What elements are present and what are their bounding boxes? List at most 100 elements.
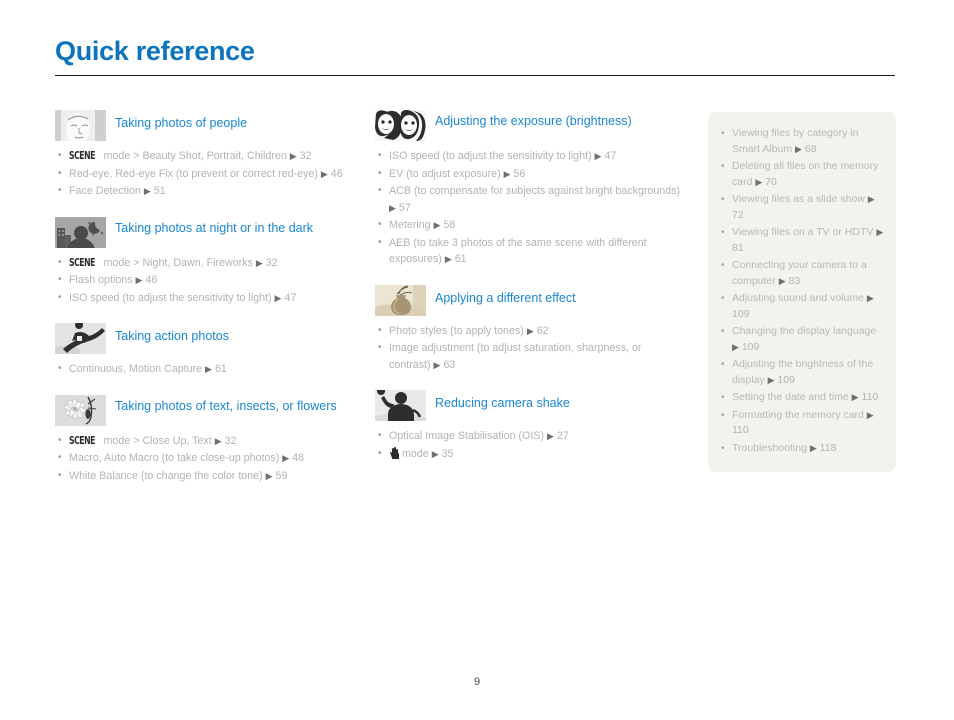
- page-reference[interactable]: 48: [289, 452, 304, 464]
- reference-item[interactable]: mode ▶ 35: [375, 446, 685, 463]
- reference-item[interactable]: Face Detection ▶ 51: [55, 183, 355, 200]
- right-reference-panel: Viewing files by category in Smart Album…: [708, 112, 896, 472]
- reference-item[interactable]: Troubleshooting ▶ 118: [716, 441, 886, 457]
- reference-item[interactable]: Adjusting the brightness of the display …: [716, 357, 886, 388]
- reference-item-label: ISO speed (to adjust the sensitivity to …: [69, 291, 275, 304]
- reference-item-label: Red-eye, Red-eye Fix (to prevent or corr…: [69, 167, 321, 180]
- reference-item[interactable]: Viewing files as a slide show ▶ 72: [716, 192, 886, 223]
- page-arrow-icon: ▶: [778, 275, 786, 286]
- reference-item[interactable]: EV (to adjust exposure) ▶ 56: [375, 166, 685, 183]
- reference-section: Taking photos of text, insects, or flowe…: [55, 394, 355, 485]
- reference-item[interactable]: Deleting all files on the memory card ▶ …: [716, 159, 886, 190]
- page-arrow-icon: ▶: [866, 409, 874, 420]
- page-reference[interactable]: 109: [775, 374, 795, 386]
- page-reference[interactable]: 47: [601, 150, 616, 162]
- reference-item-label: Changing the display language: [732, 325, 877, 337]
- reference-item[interactable]: Continuous, Motion Capture ▶ 61: [55, 361, 355, 378]
- section-list: Photo styles (to apply tones) ▶ 62 Image …: [375, 323, 685, 374]
- page-reference[interactable]: 59: [273, 470, 288, 482]
- page-reference[interactable]: 57: [396, 202, 411, 214]
- page-reference[interactable]: 118: [817, 442, 837, 454]
- right-panel-list: Viewing files by category in Smart Album…: [716, 126, 886, 456]
- reference-item-label: EV (to adjust exposure): [389, 167, 504, 180]
- page-reference[interactable]: 110: [859, 391, 879, 403]
- page-arrow-icon: ▶: [255, 257, 263, 268]
- reference-item[interactable]: Viewing files on a TV or HDTV ▶ 81: [716, 225, 886, 256]
- reference-item-label: Image adjustment (to adjust saturation, …: [389, 342, 642, 371]
- page-reference[interactable]: 61: [212, 363, 227, 375]
- reference-item[interactable]: Viewing files by category in Smart Album…: [716, 126, 886, 157]
- page-reference[interactable]: 32: [222, 435, 237, 447]
- sepia-vase-thumbnail: [375, 284, 426, 316]
- reference-item-label: Optical Image Stabilisation (OIS): [389, 430, 548, 442]
- reference-item-label: Setting the date and time: [732, 391, 852, 403]
- page-reference[interactable]: 63: [440, 359, 455, 371]
- page-reference[interactable]: 72: [732, 209, 744, 221]
- reference-item-label: Adjusting sound and volume: [732, 292, 867, 304]
- reference-item[interactable]: Changing the display language ▶ 109: [716, 324, 886, 355]
- reference-item[interactable]: Formatting the memory card ▶ 110: [716, 408, 886, 439]
- page-reference[interactable]: 51: [151, 185, 166, 197]
- reference-item-label: Face Detection: [69, 185, 144, 197]
- reference-item[interactable]: SCENE mode > Beauty Shot, Portrait, Chil…: [55, 148, 355, 165]
- page-reference[interactable]: 110: [732, 424, 749, 436]
- section-list: Optical Image Stabilisation (OIS) ▶ 27 m…: [375, 428, 685, 462]
- page-reference[interactable]: 46: [142, 274, 157, 286]
- page-reference[interactable]: 27: [554, 430, 569, 442]
- page-arrow-icon: ▶: [526, 325, 534, 336]
- page-reference[interactable]: 68: [802, 143, 817, 155]
- reference-item[interactable]: Setting the date and time ▶ 110: [716, 390, 886, 406]
- page-reference[interactable]: 56: [511, 168, 526, 180]
- page-reference[interactable]: 62: [534, 325, 549, 337]
- reference-item[interactable]: SCENE mode > Night, Dawn, Fireworks ▶ 32: [55, 255, 355, 272]
- reference-item-label: Deleting all files on the memory card: [732, 160, 879, 188]
- page-reference[interactable]: 83: [786, 275, 801, 287]
- reference-item[interactable]: Macro, Auto Macro (to take close-up phot…: [55, 450, 355, 467]
- reference-item-label: Flash options: [69, 274, 136, 286]
- reference-item[interactable]: Red-eye, Red-eye Fix (to prevent or corr…: [55, 166, 355, 183]
- reference-item[interactable]: ISO speed (to adjust the sensitivity to …: [375, 148, 685, 165]
- snowboarder-action-thumbnail: [55, 323, 106, 354]
- scene-mode-glyph: SCENE: [69, 150, 95, 162]
- page-reference[interactable]: 81: [732, 242, 744, 254]
- page-reference[interactable]: 109: [739, 341, 760, 353]
- reference-item[interactable]: AEB (to take 3 photos of the same scene …: [375, 235, 685, 268]
- reference-item-label: White Balance (to change the color tone): [69, 469, 266, 482]
- section-header: Taking photos at night or in the dark: [55, 216, 355, 248]
- reference-item[interactable]: Connecting your camera to a computer ▶ 8…: [716, 258, 886, 289]
- reference-item[interactable]: Flash options ▶ 46: [55, 272, 355, 289]
- page-reference[interactable]: 61: [452, 253, 467, 265]
- reference-item[interactable]: Optical Image Stabilisation (OIS) ▶ 27: [375, 428, 685, 445]
- page-reference[interactable]: 47: [281, 292, 296, 304]
- reference-item[interactable]: Image adjustment (to adjust saturation, …: [375, 340, 685, 373]
- page-reference[interactable]: 46: [328, 168, 343, 180]
- reference-item[interactable]: ACB (to compensate for subjects against …: [375, 183, 685, 216]
- reference-item[interactable]: SCENE mode > Close Up, Text ▶ 32: [55, 433, 355, 450]
- page-reference[interactable]: 58: [440, 219, 455, 231]
- page-reference[interactable]: 70: [762, 176, 777, 188]
- section-title: Applying a different effect: [435, 290, 576, 305]
- page-arrow-icon: ▶: [547, 431, 554, 441]
- section-list: Continuous, Motion Capture ▶ 61: [55, 361, 355, 378]
- reference-item-label: Continuous, Motion Capture: [69, 363, 206, 375]
- left-column: Taking photos of people SCENE mode > Beau…: [55, 110, 355, 501]
- reference-item[interactable]: Adjusting sound and volume ▶ 109: [716, 291, 886, 322]
- page-arrow-icon: ▶: [809, 442, 817, 453]
- reference-item[interactable]: Metering ▶ 58: [375, 217, 685, 234]
- flower-macro-thumbnail: [55, 394, 106, 426]
- page-reference[interactable]: 32: [263, 257, 278, 269]
- night-silhouette-thumbnail: [55, 216, 106, 248]
- reference-item[interactable]: Photo styles (to apply tones) ▶ 62: [375, 323, 685, 340]
- reference-item[interactable]: ISO speed (to adjust the sensitivity to …: [55, 290, 355, 307]
- page-arrow-icon: ▶: [867, 194, 875, 204]
- section-title: Taking photos at night or in the dark: [115, 220, 314, 235]
- reference-item[interactable]: White Balance (to change the color tone)…: [55, 468, 355, 485]
- page-reference[interactable]: 32: [297, 150, 312, 162]
- page-reference[interactable]: 35: [439, 448, 454, 460]
- page-arrow-icon: ▶: [876, 227, 884, 237]
- page-arrow-icon: ▶: [767, 374, 775, 385]
- page-arrow-icon: ▶: [289, 151, 297, 161]
- page-reference[interactable]: 109: [732, 308, 750, 320]
- reference-item-label: mode > Close Up, Text: [100, 434, 215, 447]
- reference-section: Taking photos at night or in the dark SCE…: [55, 216, 355, 307]
